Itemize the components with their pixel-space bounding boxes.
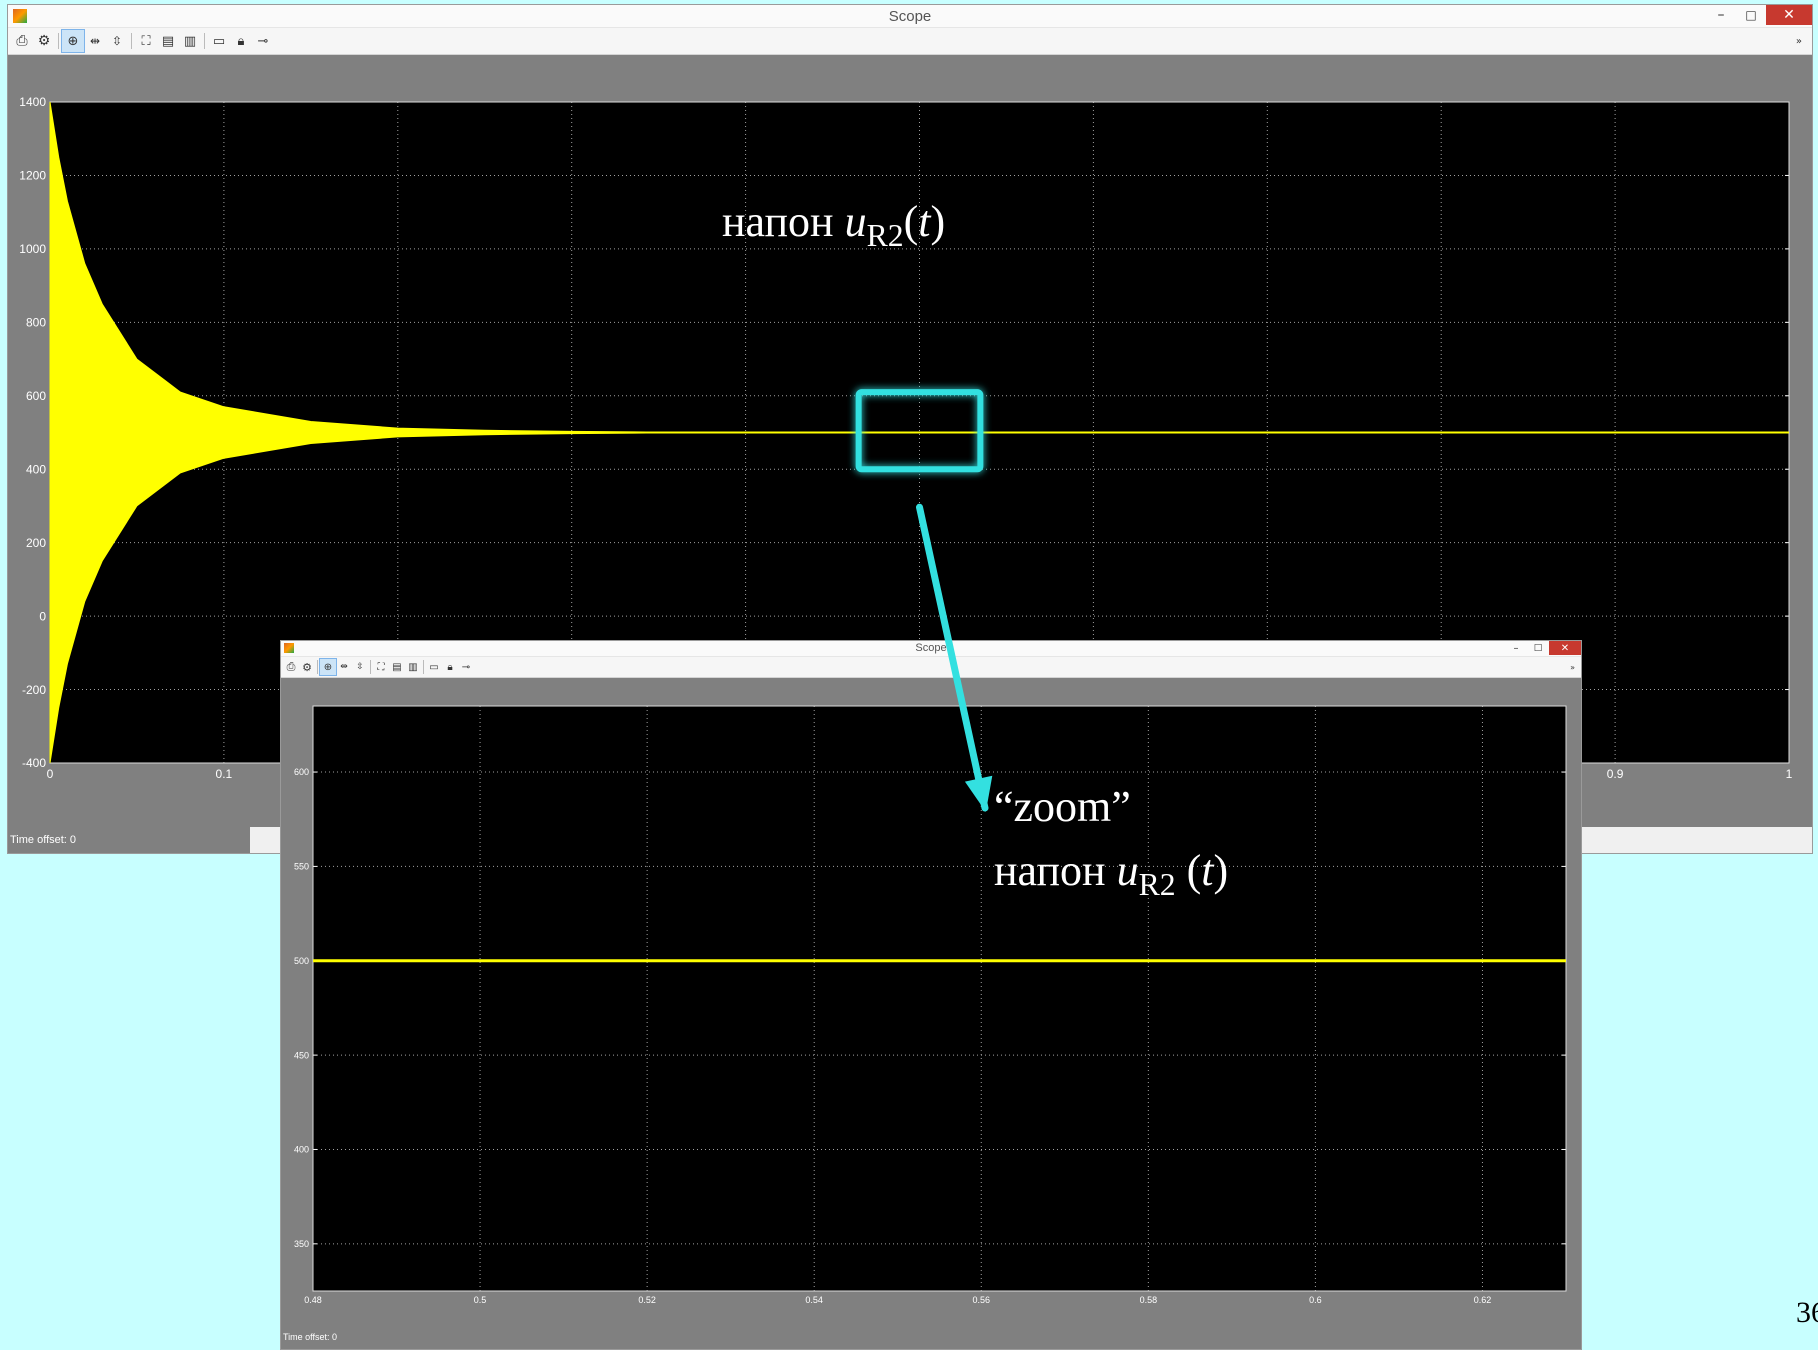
main-y-tick-label: 800 bbox=[26, 316, 46, 330]
main-x-tick-label: 1 bbox=[1786, 767, 1793, 781]
zoom-x-tick-label: 0.5 bbox=[474, 1295, 487, 1305]
annotation-close-paren: ) bbox=[930, 197, 946, 246]
zoom-annotation-title: “zoom” bbox=[994, 782, 1131, 831]
annotation-arg: t bbox=[918, 197, 931, 246]
zoom-scope-plot[interactable]: 0.48 0.5 0.52 0.54 0.56 0.58 0.6 0.62 350 400 450 5… bbox=[281, 678, 1581, 1325]
zoom-y-tick-label: 400 bbox=[294, 1145, 309, 1155]
zoom-title-bar[interactable]: Scope – □ ✕ bbox=[281, 641, 1581, 657]
annotation-var: u bbox=[844, 197, 867, 246]
main-y-tick-label: -400 bbox=[22, 756, 46, 770]
minimize-button[interactable]: – bbox=[1706, 5, 1736, 25]
main-y-tick-label: 400 bbox=[26, 462, 46, 476]
zoom-y-icon[interactable]: ⇳ bbox=[106, 30, 128, 52]
main-window-title: Scope bbox=[888, 8, 932, 25]
parameters-icon[interactable]: ⚙ bbox=[33, 30, 55, 52]
zoom-in-icon[interactable]: ⊕ bbox=[61, 29, 85, 53]
restore-axes-icon[interactable]: ▥ bbox=[179, 30, 201, 52]
restore-axes-icon[interactable]: ▥ bbox=[405, 659, 421, 675]
main-y-tick-label: 0 bbox=[39, 609, 46, 623]
close-button[interactable]: ✕ bbox=[1766, 5, 1812, 25]
zoom-y-tick-label: 500 bbox=[294, 956, 309, 966]
annotation-open-paren: ( bbox=[903, 197, 919, 246]
annotation-prefix: напон bbox=[722, 197, 845, 246]
main-y-tick-label: 200 bbox=[26, 536, 46, 550]
zoom-annotation: “zoom” напон uR2 (t) bbox=[994, 782, 1229, 901]
zoom-x-tick-label: 0.62 bbox=[1474, 1295, 1492, 1305]
floating-scope-icon[interactable]: ▭ bbox=[208, 30, 230, 52]
annotation-subscript: R2 bbox=[866, 218, 904, 254]
main-x-tick-label: 0 bbox=[47, 767, 54, 781]
zoom-minimize-button[interactable]: – bbox=[1505, 641, 1527, 655]
zoom-maximize-button[interactable]: □ bbox=[1527, 641, 1549, 655]
maximize-button[interactable]: □ bbox=[1736, 5, 1766, 25]
zoom-x-tick-label: 0.58 bbox=[1140, 1295, 1158, 1305]
main-y-tick-label: 1000 bbox=[19, 242, 46, 256]
zoom-annotation-open-paren: ( bbox=[1175, 846, 1202, 895]
zoom-y-tick-label: 600 bbox=[294, 767, 309, 777]
main-y-tick-label: 1200 bbox=[19, 169, 46, 183]
main-toolbar: ⎙ ⚙ ⊕ ⇹ ⇳ ⛶ ▤ ▥ ▭ 🔒︎ ⊸ » bbox=[8, 28, 1812, 55]
autoscale-icon[interactable]: ⛶ bbox=[135, 30, 157, 52]
lock-icon[interactable]: 🔒︎ bbox=[230, 30, 252, 52]
zoom-annotation-voltage: напон uR2 (t) bbox=[994, 846, 1229, 901]
zoom-annotation-close-paren: ) bbox=[1213, 846, 1229, 895]
signal-selection-icon[interactable]: ⊸ bbox=[458, 659, 474, 675]
zoom-y-icon[interactable]: ⇳ bbox=[352, 659, 368, 675]
zoom-toolbar-chevron-icon[interactable]: » bbox=[1570, 663, 1575, 672]
zoom-annotation-subscript: R2 bbox=[1138, 867, 1176, 903]
zoom-plot-area: 0.48 0.5 0.52 0.54 0.56 0.58 0.6 0.62 350 400 450 5… bbox=[281, 678, 1581, 1325]
autoscale-icon[interactable]: ⛶ bbox=[373, 659, 389, 675]
zoom-x-icon[interactable]: ⇹ bbox=[336, 659, 352, 675]
main-y-tick-label: 1400 bbox=[19, 95, 46, 109]
save-axes-icon[interactable]: ▤ bbox=[389, 659, 405, 675]
zoom-x-tick-label: 0.56 bbox=[973, 1295, 991, 1305]
main-title-bar[interactable]: Scope – □ ✕ bbox=[8, 5, 1812, 28]
zoom-toolbar: ⎙ ⚙ ⊕ ⇹ ⇳ ⛶ ▤ ▥ ▭ 🔒︎ ⊸ » bbox=[281, 657, 1581, 678]
zoom-annotation-prefix: напон bbox=[994, 846, 1117, 895]
zoom-annotation-var: u bbox=[1116, 846, 1139, 895]
zoom-annotation-arg: t bbox=[1201, 846, 1214, 895]
main-x-tick-label: 0.9 bbox=[1607, 767, 1624, 781]
main-x-tick-label: 0.1 bbox=[216, 767, 233, 781]
print-icon[interactable]: ⎙ bbox=[11, 30, 33, 52]
toolbar-chevron-icon[interactable]: » bbox=[1796, 36, 1802, 47]
signal-selection-icon[interactable]: ⊸ bbox=[252, 30, 274, 52]
zoom-x-tick-label: 0.48 bbox=[304, 1295, 322, 1305]
zoom-status-text: Time offset: 0 bbox=[281, 1325, 1581, 1349]
zoom-x-icon[interactable]: ⇹ bbox=[84, 30, 106, 52]
page-number: 36 bbox=[1796, 1296, 1818, 1329]
zoom-y-tick-label: 550 bbox=[294, 862, 309, 872]
zoom-y-tick-label: 450 bbox=[294, 1050, 309, 1060]
parameters-icon[interactable]: ⚙ bbox=[299, 659, 315, 675]
save-axes-icon[interactable]: ▤ bbox=[157, 30, 179, 52]
zoom-window-title: Scope bbox=[915, 642, 947, 654]
print-icon[interactable]: ⎙ bbox=[283, 659, 299, 675]
zoom-axes-background bbox=[313, 706, 1566, 1291]
zoom-in-icon[interactable]: ⊕ bbox=[319, 658, 337, 676]
zoom-scope-window: Scope – □ ✕ ⎙ ⚙ ⊕ ⇹ ⇳ ⛶ ▤ ▥ ▭ 🔒︎ ⊸ » 0.4… bbox=[280, 640, 1582, 1350]
main-y-tick-label: -200 bbox=[22, 683, 46, 697]
zoom-y-tick-label: 350 bbox=[294, 1239, 309, 1249]
zoom-x-tick-label: 0.6 bbox=[1309, 1295, 1322, 1305]
zoom-x-tick-label: 0.54 bbox=[805, 1295, 823, 1305]
main-voltage-annotation: напон uR2(t) bbox=[722, 197, 946, 252]
zoom-x-tick-label: 0.52 bbox=[638, 1295, 656, 1305]
main-status-text: Time offset: 0 bbox=[8, 827, 250, 853]
zoom-close-button[interactable]: ✕ bbox=[1549, 641, 1581, 655]
floating-scope-icon[interactable]: ▭ bbox=[426, 659, 442, 675]
lock-icon[interactable]: 🔒︎ bbox=[442, 659, 458, 675]
main-y-tick-label: 600 bbox=[26, 389, 46, 403]
